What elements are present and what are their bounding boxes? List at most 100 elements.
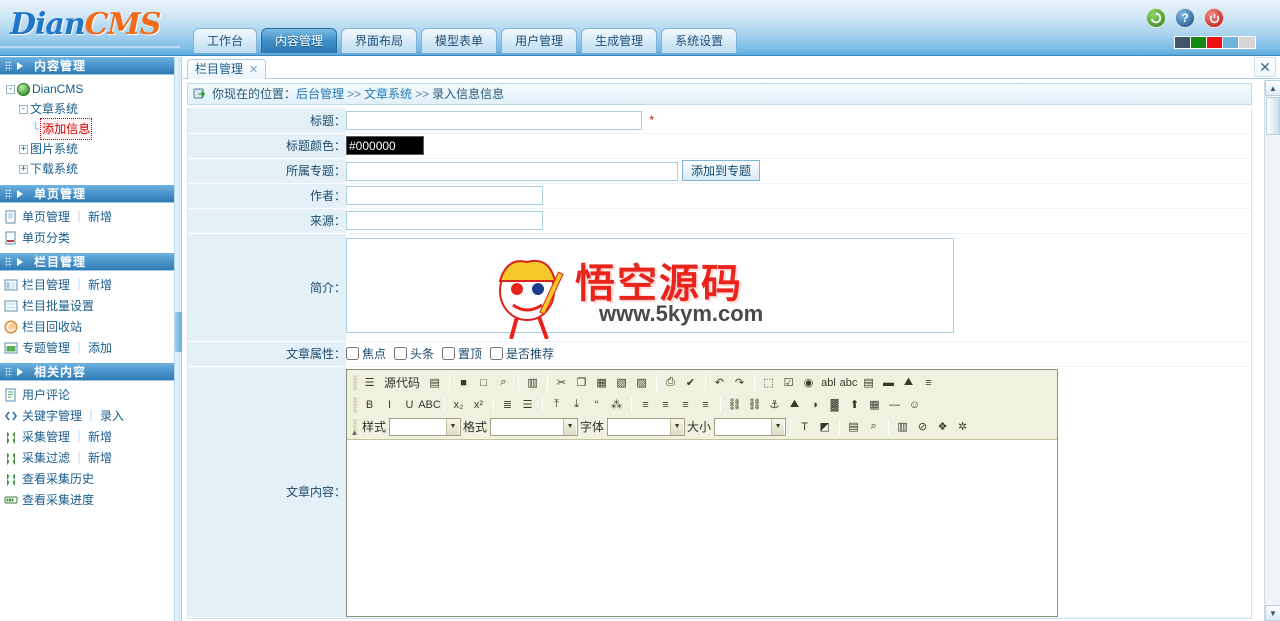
- hidden-field-icon[interactable]: ≡: [919, 373, 938, 392]
- new-page-icon[interactable]: □: [474, 373, 493, 392]
- align-right-icon[interactable]: ≡: [676, 395, 695, 414]
- sidebar-item-comment-0[interactable]: 用户评论: [0, 385, 174, 406]
- nav-tab-6[interactable]: 系统设置: [661, 28, 738, 53]
- sidebar-item-columns2-1[interactable]: 栏目批量设置: [0, 296, 174, 317]
- attribute-checkbox-input-1[interactable]: [394, 347, 408, 360]
- sidebar-item-page-red-1[interactable]: 单页分类: [0, 228, 174, 249]
- refresh-icon[interactable]: [1146, 8, 1166, 28]
- button-field-icon[interactable]: ▬: [879, 373, 898, 392]
- nav-tab-4[interactable]: 用户管理: [501, 28, 578, 53]
- paste-text-icon[interactable]: ▧: [612, 373, 631, 392]
- sidebar-item-sublink[interactable]: 新增: [88, 210, 112, 224]
- sidebar-item-label[interactable]: 栏目批量设置: [22, 299, 94, 313]
- preview-icon[interactable]: ⌕: [494, 373, 513, 392]
- font-select[interactable]: ▼: [607, 417, 686, 436]
- sidebar-item-sublink[interactable]: 添加: [88, 341, 112, 355]
- breadcrumb-link-1[interactable]: 文章系统: [364, 87, 412, 101]
- sidebar-item-label[interactable]: 采集过滤: [22, 451, 70, 465]
- tree-toggle-icon[interactable]: +: [19, 144, 28, 154]
- tree-node-0[interactable]: - DianCMS: [6, 79, 174, 99]
- outdent-icon[interactable]: ⤒: [547, 395, 566, 414]
- power-icon[interactable]: [1204, 8, 1224, 28]
- strike-icon[interactable]: ABC: [418, 395, 441, 414]
- tree-node-label[interactable]: 下载系统: [30, 159, 78, 179]
- copy-icon[interactable]: ❐: [572, 373, 591, 392]
- bulleted-list-icon[interactable]: ☰: [518, 395, 537, 414]
- sidebar-item-label[interactable]: 用户评论: [22, 388, 70, 402]
- image-button-icon[interactable]: ⛰: [899, 373, 918, 392]
- tree-node-label[interactable]: 图片系统: [30, 139, 78, 159]
- sidebar-item-columns-0[interactable]: 栏目管理｜新增: [0, 275, 174, 296]
- breadcrumb-link-0[interactable]: 后台管理: [296, 87, 344, 101]
- tree-node-label[interactable]: DianCMS: [32, 79, 83, 99]
- sidebar-item-topic-3[interactable]: 专题管理｜添加: [0, 338, 174, 359]
- page-break-icon[interactable]: ▥: [893, 417, 912, 436]
- paste-icon[interactable]: ▦: [592, 373, 611, 392]
- justify-icon[interactable]: ≡: [696, 395, 715, 414]
- add-to-topic-button[interactable]: 添加到专题: [682, 160, 761, 181]
- document-tab-close-icon[interactable]: ✕: [249, 64, 258, 76]
- blockquote-icon[interactable]: “: [587, 395, 606, 414]
- sidebar-section-header-0[interactable]: 内容管理: [0, 57, 174, 75]
- about-icon[interactable]: ✲: [953, 417, 972, 436]
- tree-node-label[interactable]: 文章系统: [30, 99, 78, 119]
- maximize-icon[interactable]: ⌕: [864, 417, 883, 436]
- link-icon[interactable]: ⛓: [725, 395, 744, 414]
- italic-icon[interactable]: I: [380, 395, 399, 414]
- sidebar-item-label[interactable]: 栏目回收站: [22, 320, 82, 334]
- hr-icon[interactable]: —: [885, 395, 904, 414]
- attribute-checkbox-2[interactable]: 置顶: [442, 345, 482, 362]
- sidebar-item-label[interactable]: 单页管理: [22, 210, 70, 224]
- sidebar-item-label[interactable]: 查看采集进度: [22, 493, 94, 507]
- show-blocks-icon[interactable]: ▤: [844, 417, 863, 436]
- chevron-down-icon[interactable]: ▼: [563, 418, 577, 435]
- numbered-list-icon[interactable]: ≣: [498, 395, 517, 414]
- remove-format-icon[interactable]: ⊘: [913, 417, 932, 436]
- chevron-down-icon[interactable]: ▼: [771, 418, 785, 435]
- sidebar-item-sublink[interactable]: 新增: [88, 451, 112, 465]
- attribute-checkbox-1[interactable]: 头条: [394, 345, 434, 362]
- background-color-icon[interactable]: ◩: [815, 417, 834, 436]
- author-input[interactable]: [346, 186, 543, 205]
- select-field-icon[interactable]: ▤: [859, 373, 878, 392]
- source-button[interactable]: 源代码: [380, 373, 424, 392]
- tree-node-3[interactable]: + 图片系统: [6, 139, 174, 159]
- tree-node-2[interactable]: └ 添加信息: [6, 118, 174, 140]
- sidebar-item-sublink[interactable]: 录入: [100, 409, 124, 423]
- checkbox-field-icon[interactable]: ☑: [779, 373, 798, 392]
- document-properties-icon[interactable]: ▥: [523, 373, 542, 392]
- nav-tab-3[interactable]: 模型表单: [421, 28, 498, 53]
- topic-input[interactable]: [346, 161, 678, 181]
- subscript-icon[interactable]: x₂: [449, 395, 468, 414]
- theme-swatch-3[interactable]: [1223, 37, 1239, 48]
- scroll-up-arrow[interactable]: ▲: [1265, 80, 1280, 96]
- sidebar-item-spider-2[interactable]: 采集管理｜新增: [0, 427, 174, 448]
- tree-node-4[interactable]: + 下载系统: [6, 159, 174, 179]
- paste-word-icon[interactable]: ▨: [632, 373, 651, 392]
- source-input[interactable]: [346, 211, 543, 230]
- superscript-icon[interactable]: x²: [469, 395, 488, 414]
- title-input[interactable]: [346, 110, 642, 130]
- tree-node-1[interactable]: - 文章系统: [6, 99, 174, 119]
- table-icon[interactable]: ▦: [865, 395, 884, 414]
- sidebar-section-header-2[interactable]: 栏目管理: [0, 253, 174, 271]
- align-left-icon[interactable]: ≡: [636, 395, 655, 414]
- editor-content-area[interactable]: [347, 439, 1057, 616]
- smiley-icon[interactable]: ☺: [905, 395, 924, 414]
- attribute-checkbox-input-0[interactable]: [346, 347, 359, 360]
- sidebar-section-header-3[interactable]: 相关内容: [0, 363, 174, 381]
- theme-swatch-0[interactable]: [1175, 37, 1191, 48]
- sidebar-splitter[interactable]: [175, 57, 182, 621]
- nav-tab-1[interactable]: 内容管理: [261, 28, 338, 53]
- redo-icon[interactable]: ↷: [730, 373, 749, 392]
- format-select[interactable]: ▼: [490, 417, 579, 436]
- anchor-icon[interactable]: ⚓: [765, 395, 784, 414]
- title-color-input[interactable]: [346, 136, 424, 155]
- upload-icon[interactable]: ⬆: [845, 395, 864, 414]
- find-replace-icon[interactable]: ⬚: [759, 373, 778, 392]
- source-icon[interactable]: ☰: [360, 373, 379, 392]
- styles-select[interactable]: ▼: [389, 417, 462, 436]
- attribute-checkbox-input-3[interactable]: [490, 347, 504, 360]
- bold-icon[interactable]: B: [360, 395, 379, 414]
- nav-tab-5[interactable]: 生成管理: [581, 28, 658, 53]
